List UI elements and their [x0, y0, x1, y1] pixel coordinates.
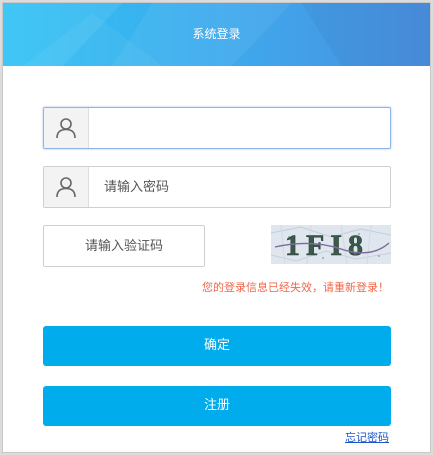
password-input[interactable] — [89, 167, 390, 207]
captcha-input[interactable] — [43, 225, 205, 267]
register-button[interactable]: 注册 — [43, 386, 391, 426]
dialog-header: 系统登录 — [3, 3, 430, 66]
error-message: 您的登录信息已经失效，请重新登录！ — [202, 281, 389, 294]
user-icon — [44, 108, 89, 148]
confirm-button[interactable]: 确定 — [43, 326, 391, 366]
login-dialog: 系统登录 1FI8 — [2, 2, 431, 453]
password-field[interactable] — [43, 166, 391, 208]
forgot-password-link[interactable]: 忘记密码 — [345, 429, 389, 445]
captcha-image[interactable]: 1FI8 — [271, 225, 391, 264]
username-input[interactable] — [89, 108, 390, 148]
user-icon — [44, 167, 89, 207]
dialog-title: 系统登录 — [192, 27, 241, 41]
username-field[interactable] — [43, 107, 391, 149]
